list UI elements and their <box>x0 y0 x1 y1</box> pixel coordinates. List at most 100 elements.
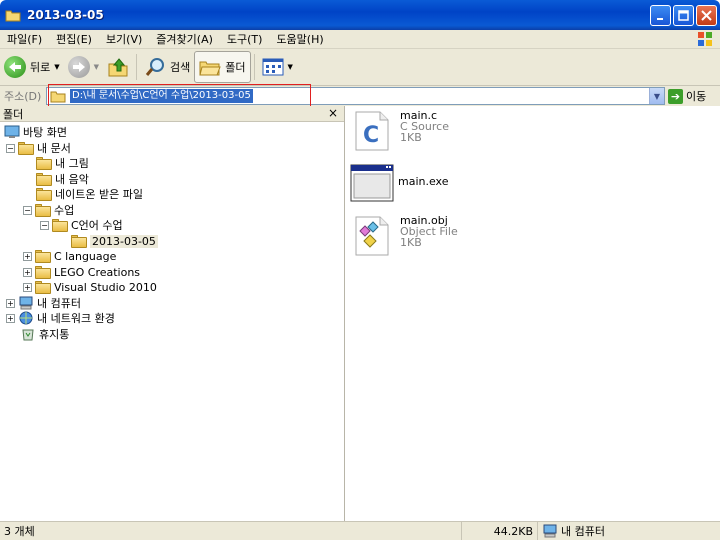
network-icon <box>19 311 33 325</box>
tree-item-label: 2013-03-05 <box>90 234 158 248</box>
address-label: 주소(D) <box>4 90 42 103</box>
address-dropdown-button[interactable]: ▼ <box>649 88 664 104</box>
status-bar: 3 개체 44.2KB 내 컴퓨터 <box>0 521 720 540</box>
tree-item-2013-03-05[interactable]: 2013-03-05 <box>71 233 158 249</box>
menu-file[interactable]: 파일(F) <box>0 31 49 47</box>
expand-toggle[interactable]: + <box>6 313 15 323</box>
status-location: 내 컴퓨터 <box>538 522 688 540</box>
back-label: 뒤로 <box>30 61 51 74</box>
menu-edit[interactable]: 편집(E) <box>49 31 99 47</box>
go-button[interactable]: ➔ 이동 <box>668 88 706 104</box>
toolbar-separator <box>136 54 138 80</box>
folders-pane-title: 폴더 <box>3 107 24 121</box>
go-label: 이동 <box>686 90 707 103</box>
annotation-highlight-box <box>48 84 311 107</box>
tree-item-my-documents[interactable]: − 내 문서 <box>6 140 71 156</box>
folder-icon <box>35 265 51 279</box>
go-arrow-icon: ➔ <box>668 88 683 104</box>
tree-item-label: C언어 수업 <box>71 219 123 232</box>
menu-tools[interactable]: 도구(T) <box>220 31 270 47</box>
search-icon <box>145 58 165 76</box>
file-list-pane: C main.c C Source 1KB main.exe main.obj … <box>346 106 720 521</box>
file-size: 1KB <box>400 236 422 249</box>
folders-pane: 폴더 × 바탕 화면 − 내 문서 내 그림 내 음악 네이트온 받은 파일 −… <box>0 106 345 521</box>
tree-item-label: 수업 <box>54 204 75 217</box>
tree-item-label: 바탕 화면 <box>23 126 67 139</box>
tree-item-label: 내 문서 <box>37 142 71 155</box>
chevron-down-icon[interactable]: ▼ <box>54 63 59 71</box>
file-item-main-obj[interactable]: main.obj Object File 1KB <box>352 215 458 256</box>
expand-toggle[interactable]: + <box>23 251 32 261</box>
folder-icon <box>35 203 51 217</box>
toolbar: 뒤로 ▼ ▼ 검색 폴더 ▼ <box>0 49 720 86</box>
tree-item-network[interactable]: + 내 네트워크 환경 <box>6 310 115 326</box>
desktop-icon <box>4 125 20 138</box>
status-object-count: 3 개체 <box>0 521 462 540</box>
maximize-button[interactable] <box>673 5 694 26</box>
tree-item-my-music[interactable]: 내 음악 <box>36 171 89 187</box>
windows-logo-icon <box>696 30 714 48</box>
up-folder-icon <box>108 58 128 77</box>
object-file-icon <box>352 215 392 256</box>
tree-item-label: LEGO Creations <box>54 265 141 279</box>
tree-item-desktop[interactable]: 바탕 화면 <box>4 124 67 140</box>
window-title: 2013-03-05 <box>27 8 104 22</box>
menu-view[interactable]: 보기(V) <box>99 31 149 47</box>
tree-item-nateon-files[interactable]: 네이트온 받은 파일 <box>36 186 143 202</box>
tree-item-visual-studio[interactable]: + Visual Studio 2010 <box>23 279 157 295</box>
back-arrow-icon <box>4 56 26 78</box>
tree-item-label: 내 음악 <box>55 173 89 186</box>
folders-label: 폴더 <box>225 61 246 74</box>
status-location-text: 내 컴퓨터 <box>561 525 605 538</box>
close-pane-button[interactable]: × <box>328 106 338 120</box>
search-button[interactable]: 검색 <box>140 51 194 83</box>
tree-item-my-computer[interactable]: + 내 컴퓨터 <box>6 295 81 311</box>
folder-icon <box>35 280 51 294</box>
forward-arrow-icon <box>67 56 90 78</box>
tree-item-lego-creations[interactable]: + LEGO Creations <box>23 264 140 280</box>
toolbar-separator <box>253 54 255 80</box>
file-size: 1KB <box>400 131 422 144</box>
expand-toggle[interactable]: + <box>23 282 32 292</box>
tree-item-label: 내 네트워크 환경 <box>37 312 115 325</box>
status-total-size: 44.2KB <box>462 521 538 540</box>
back-button[interactable]: 뒤로 ▼ <box>0 51 64 83</box>
expand-toggle[interactable]: + <box>23 267 32 277</box>
views-button[interactable]: ▼ <box>258 51 297 83</box>
tree-item-class[interactable]: − 수업 <box>23 202 74 218</box>
tree-item-label: 휴지통 <box>39 328 70 341</box>
up-folder-button[interactable] <box>103 51 133 83</box>
menu-favorites[interactable]: 즐겨찾기(A) <box>149 31 220 47</box>
exe-file-icon <box>350 164 394 204</box>
folders-button[interactable]: 폴더 <box>194 51 251 83</box>
folder-icon <box>36 172 52 186</box>
collapse-toggle[interactable]: − <box>40 220 49 230</box>
collapse-toggle[interactable]: − <box>23 205 32 215</box>
file-name: main.exe <box>398 175 449 188</box>
folder-icon <box>5 8 21 22</box>
c-source-file-icon: C <box>352 110 392 151</box>
folder-icon <box>18 141 34 155</box>
views-icon <box>262 58 284 76</box>
file-item-main-exe[interactable]: main.exe <box>350 164 449 204</box>
chevron-down-icon[interactable]: ▼ <box>288 63 293 71</box>
tree-item-c-language[interactable]: + C language <box>23 248 116 264</box>
tree-item-c-class[interactable]: − C언어 수업 <box>40 217 123 233</box>
expand-toggle[interactable]: + <box>6 298 15 308</box>
folder-icon <box>52 218 68 232</box>
menu-help[interactable]: 도움말(H) <box>269 31 330 47</box>
chevron-down-icon[interactable]: ▼ <box>94 63 99 71</box>
status-size-text: 44.2KB <box>493 524 533 538</box>
status-count-text: 3 개체 <box>4 525 35 538</box>
close-button[interactable] <box>696 5 717 26</box>
folders-pane-header: 폴더 × <box>0 106 344 122</box>
collapse-toggle[interactable]: − <box>6 143 15 153</box>
file-item-main-c[interactable]: C main.c C Source 1KB <box>352 110 449 151</box>
folder-icon <box>36 156 52 170</box>
minimize-button[interactable] <box>650 5 671 26</box>
tree-item-recycle-bin[interactable]: 휴지통 <box>20 326 69 342</box>
forward-button[interactable]: ▼ <box>64 51 103 83</box>
tree-item-my-pictures[interactable]: 내 그림 <box>36 155 89 171</box>
tree-item-label: Visual Studio 2010 <box>54 280 157 294</box>
open-folder-icon <box>71 234 87 248</box>
